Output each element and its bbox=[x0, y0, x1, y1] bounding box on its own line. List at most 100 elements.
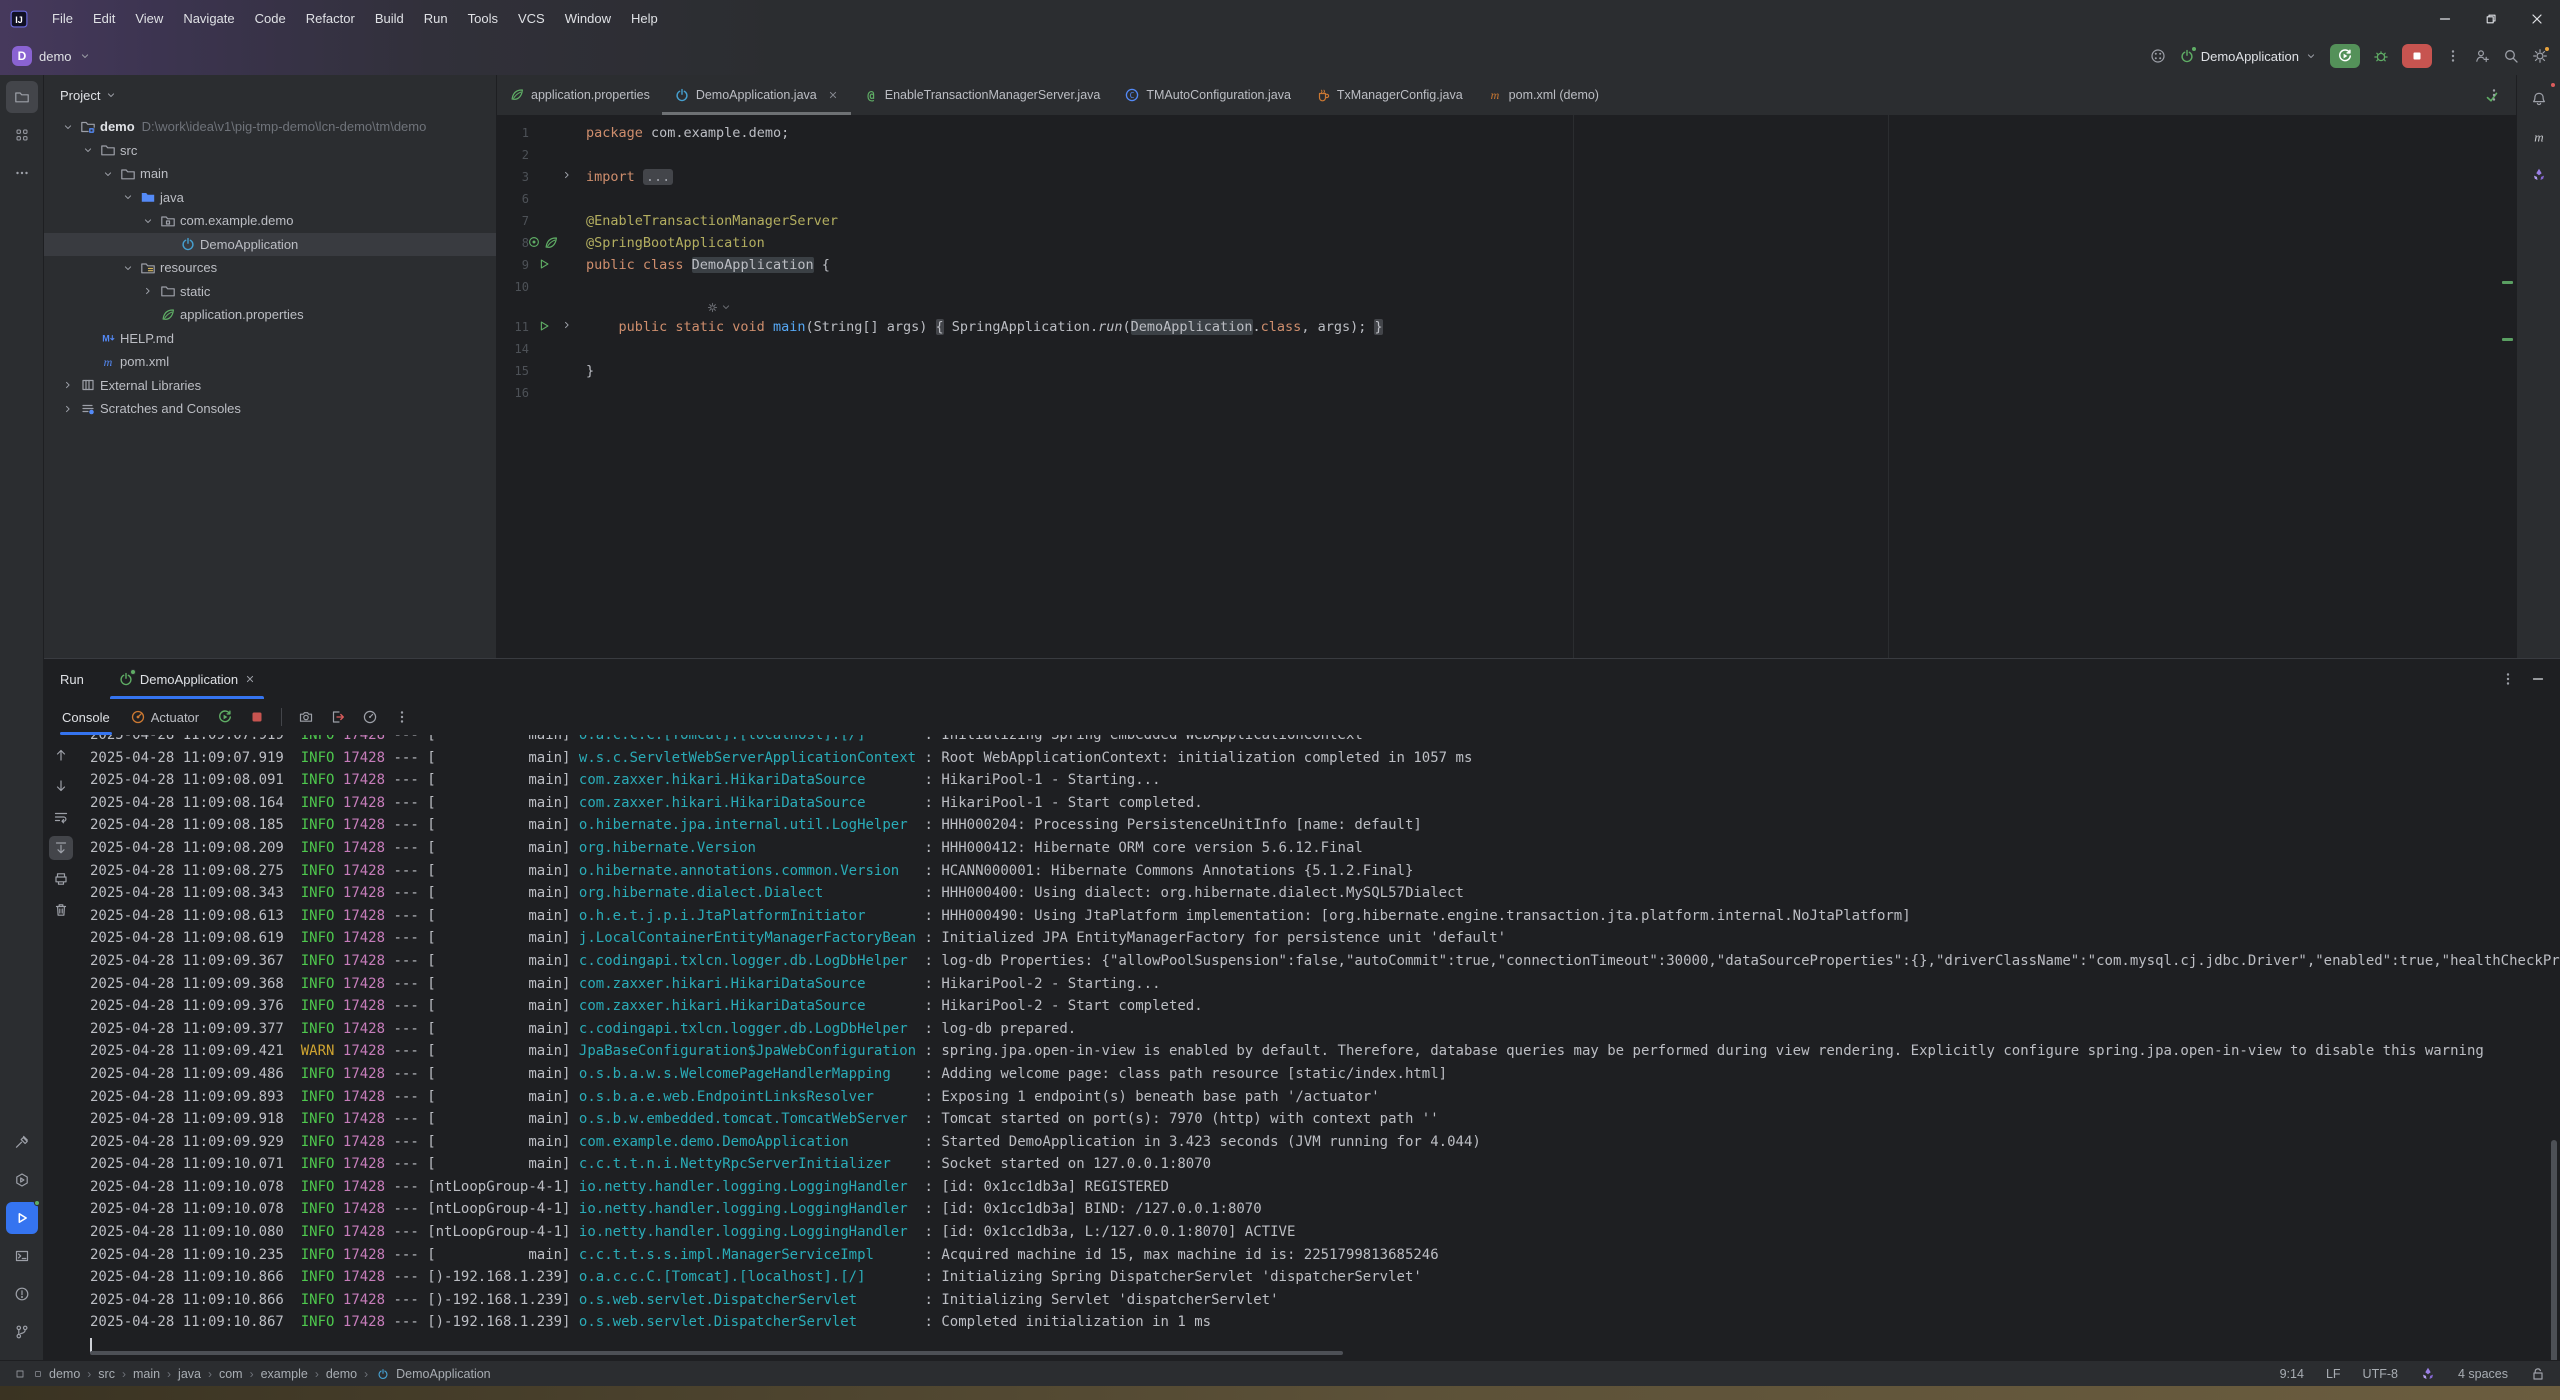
tree-item-scratches-and-consoles[interactable]: Scratches and Consoles bbox=[44, 397, 496, 421]
project-tool-button[interactable] bbox=[6, 81, 38, 113]
tree-item-application-properties[interactable]: application.properties bbox=[44, 303, 496, 327]
build-tool-button[interactable] bbox=[6, 1126, 38, 1158]
trash-icon[interactable] bbox=[49, 898, 73, 922]
run-panel-options-button[interactable] bbox=[2500, 671, 2516, 687]
tree-item-demoapplication[interactable]: DemoApplication bbox=[44, 233, 496, 257]
chevron-right-icon[interactable] bbox=[58, 403, 78, 415]
chevron-right-icon[interactable] bbox=[58, 379, 78, 391]
more-actions-button[interactable] bbox=[2445, 48, 2461, 64]
menu-refactor[interactable]: Refactor bbox=[296, 8, 365, 29]
problems-tool-button[interactable] bbox=[6, 1278, 38, 1310]
rerun-icon[interactable] bbox=[217, 709, 233, 725]
caret-position[interactable]: 9:14 bbox=[2280, 1367, 2304, 1381]
breadcrumb-src[interactable]: src bbox=[98, 1367, 115, 1381]
tree-item-external-libraries[interactable]: External Libraries bbox=[44, 374, 496, 398]
file-encoding[interactable]: UTF-8 bbox=[2363, 1367, 2398, 1381]
run-tab-demoapplication[interactable]: DemoApplication bbox=[110, 659, 264, 699]
menu-file[interactable]: File bbox=[42, 8, 83, 29]
spring-leaf-icon[interactable] bbox=[543, 235, 559, 251]
spring-bean-icon[interactable] bbox=[527, 235, 541, 249]
code-line[interactable]: 16 bbox=[497, 382, 2516, 404]
code-line[interactable]: 7@EnableTransactionManagerServer bbox=[497, 210, 2516, 232]
breadcrumb-java[interactable]: java bbox=[178, 1367, 201, 1381]
terminal-tool-button[interactable] bbox=[6, 1240, 38, 1272]
indent-style[interactable]: 4 spaces bbox=[2458, 1367, 2508, 1381]
camera-icon[interactable] bbox=[298, 709, 314, 725]
run-line-icon[interactable] bbox=[537, 319, 551, 333]
breadcrumb-demo[interactable]: demo bbox=[326, 1367, 357, 1381]
tree-item-src[interactable]: src bbox=[44, 139, 496, 163]
search-everywhere-button[interactable] bbox=[2503, 48, 2519, 64]
plugin-status-icon[interactable] bbox=[2420, 1366, 2436, 1382]
gauge-icon[interactable] bbox=[362, 709, 378, 725]
exit-icon[interactable] bbox=[330, 709, 346, 725]
menu-window[interactable]: Window bbox=[555, 8, 621, 29]
code-line[interactable]: 11 public static void main(String[] args… bbox=[497, 316, 2516, 338]
softwrap-icon[interactable] bbox=[49, 805, 73, 829]
chevron-down-icon[interactable] bbox=[118, 191, 138, 203]
vertical-scrollbar[interactable] bbox=[2551, 1140, 2557, 1360]
project-widget[interactable]: D demo bbox=[12, 46, 91, 66]
tab-console[interactable]: Console bbox=[60, 704, 112, 731]
chevron-down-icon[interactable] bbox=[98, 168, 118, 180]
menu-vcs[interactable]: VCS bbox=[508, 8, 555, 29]
maven-tool-button[interactable]: m bbox=[2523, 121, 2555, 153]
version-control-tool-button[interactable] bbox=[6, 1316, 38, 1348]
kebab-icon[interactable] bbox=[394, 709, 410, 725]
code-line[interactable]: 9public class DemoApplication { bbox=[497, 254, 2516, 276]
scrollend-icon[interactable] bbox=[49, 836, 73, 860]
printer-icon[interactable] bbox=[49, 867, 73, 891]
code-line[interactable]: 10 bbox=[497, 276, 2516, 298]
inlay-hint[interactable] bbox=[707, 298, 732, 316]
structure-tool-button[interactable] bbox=[6, 119, 38, 151]
tab-actuator[interactable]: Actuator bbox=[130, 709, 199, 725]
menu-tools[interactable]: Tools bbox=[458, 8, 508, 29]
tree-item-com-example-demo[interactable]: com.example.demo bbox=[44, 209, 496, 233]
menu-code[interactable]: Code bbox=[245, 8, 296, 29]
fold-arrow-icon[interactable] bbox=[561, 319, 573, 331]
menu-view[interactable]: View bbox=[125, 8, 173, 29]
menu-navigate[interactable]: Navigate bbox=[173, 8, 244, 29]
tab-enabletransactionmanagerserver-java[interactable]: @EnableTransactionManagerServer.java bbox=[851, 75, 1113, 115]
chevron-right-icon[interactable] bbox=[138, 285, 158, 297]
code-line[interactable]: 1package com.example.demo; bbox=[497, 122, 2516, 144]
close-icon[interactable] bbox=[827, 89, 839, 101]
tab-tmautoconfiguration-java[interactable]: CTMAutoConfiguration.java bbox=[1112, 75, 1303, 115]
tree-item-resources[interactable]: resources bbox=[44, 256, 496, 280]
more-tool-windows-button[interactable] bbox=[6, 157, 38, 189]
code-editor[interactable]: 1package com.example.demo;23import ...67… bbox=[497, 115, 2516, 658]
tab-demoapplication-java[interactable]: DemoApplication.java bbox=[662, 75, 851, 115]
readonly-toggle[interactable] bbox=[2530, 1366, 2546, 1382]
breadcrumb-demo[interactable]: demo bbox=[32, 1367, 80, 1381]
run-line-icon[interactable] bbox=[537, 257, 551, 271]
minimize-button[interactable] bbox=[2422, 0, 2468, 37]
menu-build[interactable]: Build bbox=[365, 8, 414, 29]
menu-run[interactable]: Run bbox=[414, 8, 458, 29]
code-line[interactable]: 15} bbox=[497, 360, 2516, 382]
chevron-down-icon[interactable] bbox=[118, 262, 138, 274]
console-output[interactable]: 2025-04-28 11:09:07.919 INFO 17428 --- [… bbox=[90, 735, 2560, 1360]
tab-txmanagerconfig-java[interactable]: TxManagerConfig.java bbox=[1303, 75, 1475, 115]
menu-help[interactable]: Help bbox=[621, 8, 668, 29]
restore-button[interactable] bbox=[2468, 0, 2514, 37]
tab-application-properties[interactable]: application.properties bbox=[497, 75, 662, 115]
arrow-down-icon[interactable] bbox=[49, 774, 73, 798]
close-icon[interactable] bbox=[244, 673, 256, 685]
horizontal-scrollbar[interactable] bbox=[90, 1351, 1343, 1355]
notifications-button[interactable] bbox=[2523, 83, 2555, 115]
breadcrumb-demoapplication[interactable]: DemoApplication bbox=[375, 1366, 491, 1382]
code-line[interactable]: 8@SpringBootApplication bbox=[497, 232, 2516, 254]
breadcrumb-example[interactable]: example bbox=[261, 1367, 308, 1381]
tree-item-static[interactable]: static bbox=[44, 280, 496, 304]
close-button[interactable] bbox=[2514, 0, 2560, 37]
tab-pom-xml-demo-[interactable]: mpom.xml (demo) bbox=[1475, 75, 1611, 115]
fold-arrow-icon[interactable] bbox=[561, 169, 573, 181]
settings-button[interactable] bbox=[2532, 48, 2548, 64]
add-user-button[interactable] bbox=[2474, 48, 2490, 64]
code-line[interactable]: 3import ... bbox=[497, 166, 2516, 188]
project-panel-header[interactable]: Project bbox=[44, 79, 496, 111]
rerun-button[interactable] bbox=[2330, 44, 2360, 68]
line-separator[interactable]: LF bbox=[2326, 1367, 2341, 1381]
stop-button[interactable] bbox=[2402, 44, 2432, 68]
run-configuration-select[interactable]: DemoApplication bbox=[2179, 48, 2317, 64]
